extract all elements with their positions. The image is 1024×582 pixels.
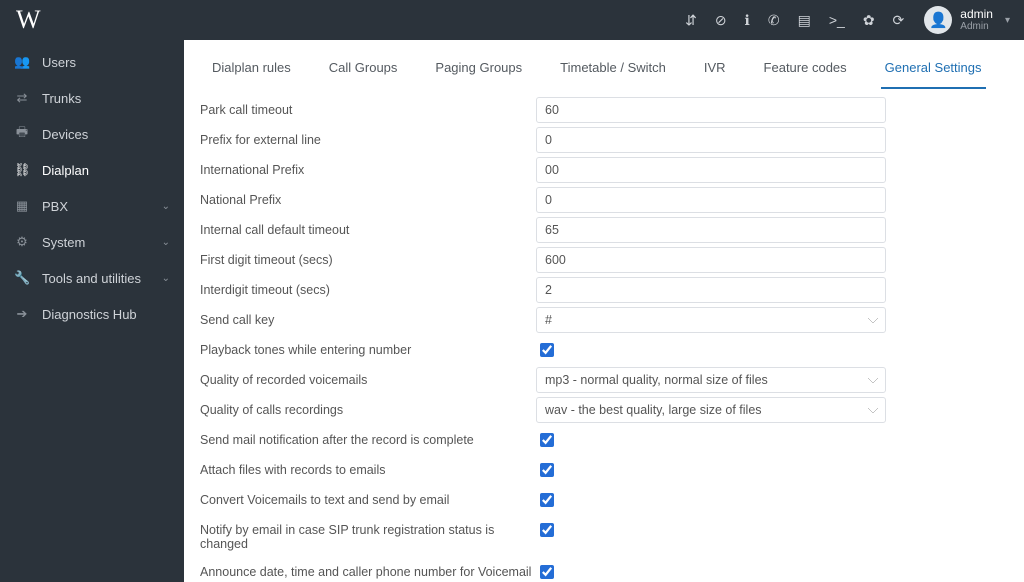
tabs: Dialplan rules Call Groups Paging Groups Ti… (184, 40, 1024, 89)
sidebar-item-label: Tools and utilities (42, 271, 141, 286)
sidebar-item-users[interactable]: 👥 Users (0, 44, 184, 80)
user-name: admin (960, 8, 993, 21)
user-menu[interactable]: 👤 admin Admin ▾ (924, 6, 1010, 34)
tools-and-utilities-icon: 🔧 (14, 270, 30, 286)
input-interdigit[interactable] (536, 277, 886, 303)
label-announce: Announce date, time and caller phone num… (200, 559, 536, 582)
dialplan-icon: ⛓ (14, 162, 30, 178)
phone-icon[interactable]: ✆ (768, 12, 780, 29)
avatar-icon: 👤 (924, 6, 952, 34)
label-vm-to-text: Convert Voicemails to text and send by e… (200, 487, 536, 513)
tab-general-settings[interactable]: General Settings (881, 54, 986, 89)
input-intl-prefix[interactable] (536, 157, 886, 183)
sidebar-item-label: System (42, 235, 85, 250)
label-natl-prefix: National Prefix (200, 187, 536, 213)
refresh-icon[interactable]: ⟳ (893, 12, 905, 29)
tab-feature-codes[interactable]: Feature codes (760, 54, 851, 89)
chevron-down-icon: ▾ (1005, 15, 1010, 26)
select-rec-quality[interactable]: wav - the best quality, large size of fi… (536, 397, 886, 423)
sidebar-item-label: Diagnostics Hub (42, 307, 137, 322)
input-prefix-external[interactable] (536, 127, 886, 153)
checkbox-sip-notify[interactable] (540, 523, 554, 537)
user-role: Admin (960, 21, 993, 32)
diagnostics-hub-icon: ➔ (14, 306, 30, 322)
users-icon: 👥 (14, 54, 30, 70)
sidebar-item-diagnostics-hub[interactable]: ➔ Diagnostics Hub (0, 296, 184, 332)
tab-timetable-switch[interactable]: Timetable / Switch (556, 54, 670, 89)
checkbox-playback-tones[interactable] (540, 343, 554, 357)
label-prefix-external: Prefix for external line (200, 127, 536, 153)
terminal-icon[interactable]: >_ (829, 12, 845, 28)
label-first-digit: First digit timeout (secs) (200, 247, 536, 273)
system-icon: ⚙ (14, 234, 30, 250)
label-internal-timeout: Internal call default timeout (200, 217, 536, 243)
settings-form: Park call timeout Prefix for external li… (184, 89, 1024, 582)
main-content: Dialplan rules Call Groups Paging Groups Ti… (184, 40, 1024, 582)
label-sip-notify: Notify by email in case SIP trunk regist… (200, 517, 536, 557)
sidebar: 👥 Users ⇄ Trunks 🖶 Devices ⛓ Dialplan ▦ PBX ⌄ ⚙ Syst… (0, 40, 184, 582)
tab-ivr[interactable]: IVR (700, 54, 730, 89)
select-send-call-key[interactable]: # (536, 307, 886, 333)
info-icon[interactable]: ℹ (745, 12, 750, 29)
document-icon[interactable]: ▤ (798, 12, 811, 29)
label-playback-tones: Playback tones while entering number (200, 337, 536, 363)
sidebar-item-tools-and-utilities[interactable]: 🔧 Tools and utilities ⌄ (0, 260, 184, 296)
label-send-call-key: Send call key (200, 307, 536, 333)
header-icons: ⇵ ⊘ ℹ ✆ ▤ >_ ✿ ⟳ (685, 12, 904, 29)
label-interdigit: Interdigit timeout (secs) (200, 277, 536, 303)
sidebar-item-trunks[interactable]: ⇄ Trunks (0, 80, 184, 116)
sidebar-item-label: Devices (42, 127, 88, 142)
checkbox-mail-notify[interactable] (540, 433, 554, 447)
network-icon[interactable]: ⇵ (685, 12, 697, 29)
chevron-down-icon: ⌄ (162, 201, 170, 212)
pbx-icon: ▦ (14, 198, 30, 214)
chevron-down-icon: ⌄ (162, 237, 170, 248)
input-park-call-timeout[interactable] (536, 97, 886, 123)
app-logo: W (16, 5, 40, 35)
label-attach-files: Attach files with records to emails (200, 457, 536, 483)
checkbox-announce[interactable] (540, 565, 554, 579)
checkbox-vm-to-text[interactable] (540, 493, 554, 507)
label-intl-prefix: International Prefix (200, 157, 536, 183)
label-park-call-timeout: Park call timeout (200, 97, 536, 123)
app-header: W ⇵ ⊘ ℹ ✆ ▤ >_ ✿ ⟳ 👤 admin Admin ▾ (0, 0, 1024, 40)
sidebar-item-label: PBX (42, 199, 68, 214)
checkbox-attach-files[interactable] (540, 463, 554, 477)
sidebar-item-system[interactable]: ⚙ System ⌄ (0, 224, 184, 260)
sidebar-item-devices[interactable]: 🖶 Devices (0, 116, 184, 152)
sidebar-item-label: Dialplan (42, 163, 89, 178)
select-vm-quality[interactable]: mp3 - normal quality, normal size of fil… (536, 367, 886, 393)
devices-icon: 🖶 (14, 123, 30, 145)
label-vm-quality: Quality of recorded voicemails (200, 367, 536, 393)
sidebar-item-label: Trunks (42, 91, 81, 106)
tab-dialplan-rules[interactable]: Dialplan rules (208, 54, 295, 89)
label-rec-quality: Quality of calls recordings (200, 397, 536, 423)
input-first-digit[interactable] (536, 247, 886, 273)
gear-icon[interactable]: ✿ (863, 12, 875, 29)
sidebar-item-label: Users (42, 55, 76, 70)
tab-call-groups[interactable]: Call Groups (325, 54, 402, 89)
block-icon[interactable]: ⊘ (715, 12, 727, 29)
label-mail-notify: Send mail notification after the record … (200, 427, 536, 453)
chevron-down-icon: ⌄ (162, 273, 170, 284)
sidebar-item-dialplan[interactable]: ⛓ Dialplan (0, 152, 184, 188)
input-natl-prefix[interactable] (536, 187, 886, 213)
sidebar-item-pbx[interactable]: ▦ PBX ⌄ (0, 188, 184, 224)
tab-paging-groups[interactable]: Paging Groups (431, 54, 526, 89)
input-internal-timeout[interactable] (536, 217, 886, 243)
trunks-icon: ⇄ (14, 90, 30, 106)
